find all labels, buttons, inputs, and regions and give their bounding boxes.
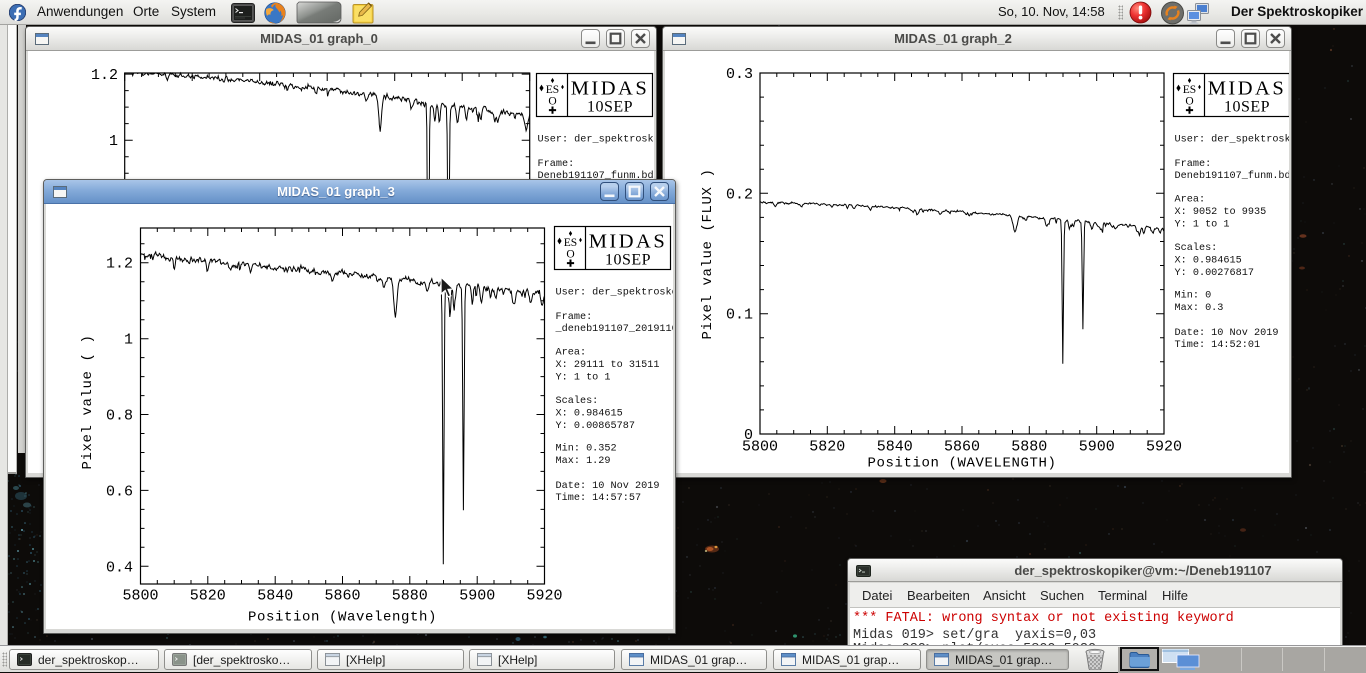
svg-text:5820: 5820 — [809, 439, 845, 456]
svg-text:Scales:: Scales: — [556, 395, 599, 407]
svg-text:Frame:: Frame: — [1175, 159, 1212, 170]
svg-text:Date: 10 Nov 2019: Date: 10 Nov 2019 — [556, 481, 660, 492]
svg-text:Time: 14:52:01: Time: 14:52:01 — [1175, 339, 1261, 351]
svg-text:1: 1 — [109, 133, 118, 150]
svg-text:Y: 0.00276817: Y: 0.00276817 — [1175, 268, 1254, 279]
svg-text:Position (Wavelength): Position (Wavelength) — [248, 610, 437, 626]
svg-text:1.2: 1.2 — [91, 67, 118, 84]
svg-text:Min: 0.352: Min: 0.352 — [556, 443, 617, 455]
svg-text:X: 29111 to 31511: X: 29111 to 31511 — [556, 360, 660, 371]
svg-text:Position (WAVELENGTH): Position (WAVELENGTH) — [867, 456, 1056, 472]
svg-text:0.6: 0.6 — [106, 483, 133, 500]
svg-text:0.3: 0.3 — [726, 66, 753, 83]
svg-text:10SEP: 10SEP — [605, 252, 651, 269]
svg-text:5920: 5920 — [526, 588, 562, 605]
svg-text:1: 1 — [124, 332, 133, 349]
svg-text:0.1: 0.1 — [726, 307, 753, 324]
svg-text:X: 0.984615: X: 0.984615 — [556, 409, 623, 420]
svg-text:5880: 5880 — [392, 588, 428, 605]
svg-text:0.8: 0.8 — [106, 408, 133, 425]
svg-text:5900: 5900 — [1079, 439, 1115, 456]
svg-text:MIDAS: MIDAS — [571, 78, 650, 100]
svg-text:User: der_spektroskopiker: User: der_spektroskopiker — [1175, 134, 1290, 146]
svg-text:Date: 10 Nov 2019: Date: 10 Nov 2019 — [1175, 328, 1279, 339]
svg-text:Min: 0: Min: 0 — [1175, 290, 1212, 302]
svg-text:_deneb191107_20191107T1933: _deneb191107_20191107T1933 — [555, 323, 674, 335]
svg-text:1.2: 1.2 — [106, 256, 133, 273]
svg-text:ES: ES — [564, 237, 577, 249]
svg-text:5860: 5860 — [324, 588, 360, 605]
svg-text:O: O — [566, 249, 574, 261]
svg-text:5880: 5880 — [1011, 439, 1047, 456]
svg-text:0: 0 — [744, 427, 753, 444]
svg-text:0.4: 0.4 — [106, 559, 133, 576]
svg-text:5900: 5900 — [459, 588, 495, 605]
svg-text:Max: 0.3: Max: 0.3 — [1175, 303, 1224, 314]
svg-text:ES: ES — [546, 84, 559, 96]
svg-text:Max: 1.29: Max: 1.29 — [556, 456, 611, 467]
svg-text:Deneb191107_funm.bdf: Deneb191107_funm.bdf — [1175, 170, 1290, 182]
svg-text:Frame:: Frame: — [538, 159, 575, 170]
svg-text:MIDAS: MIDAS — [1208, 78, 1287, 100]
svg-text:X: 0.984615: X: 0.984615 — [1175, 256, 1242, 267]
svg-text:Scales:: Scales: — [1175, 242, 1218, 254]
svg-text:X: 9052 to 9935: X: 9052 to 9935 — [1175, 207, 1267, 218]
svg-text:ES: ES — [1183, 84, 1196, 96]
svg-text:5840: 5840 — [257, 588, 293, 605]
svg-text:10SEP: 10SEP — [587, 99, 633, 116]
svg-text:Frame:: Frame: — [556, 312, 593, 323]
svg-text:Area:: Area: — [1175, 195, 1206, 206]
svg-text:Y: 1 to 1: Y: 1 to 1 — [1175, 220, 1230, 231]
svg-text:5860: 5860 — [944, 439, 980, 456]
svg-text:5800: 5800 — [122, 588, 158, 605]
svg-text:Pixel value ( ): Pixel value ( ) — [80, 334, 96, 469]
svg-text:5920: 5920 — [1146, 439, 1182, 456]
svg-text:Pixel value (FLUX ): Pixel value (FLUX ) — [700, 168, 716, 339]
svg-text:Y: 0.00865787: Y: 0.00865787 — [556, 421, 635, 432]
svg-text:Area:: Area: — [556, 348, 587, 359]
svg-text:5820: 5820 — [190, 588, 226, 605]
svg-text:User: der_spektroskopiker: User: der_spektroskopiker — [538, 134, 655, 146]
svg-text:5840: 5840 — [877, 439, 913, 456]
svg-text:0.2: 0.2 — [726, 186, 753, 203]
svg-text:MIDAS: MIDAS — [589, 231, 668, 253]
svg-text:O: O — [548, 96, 556, 108]
svg-text:Time: 14:57:57: Time: 14:57:57 — [556, 492, 642, 504]
svg-text:User: der_spektroskopiker: User: der_spektroskopiker — [556, 287, 674, 299]
svg-text:10SEP: 10SEP — [1224, 99, 1270, 116]
svg-text:O: O — [1185, 96, 1193, 108]
svg-text:Y: 1 to 1: Y: 1 to 1 — [556, 373, 611, 384]
